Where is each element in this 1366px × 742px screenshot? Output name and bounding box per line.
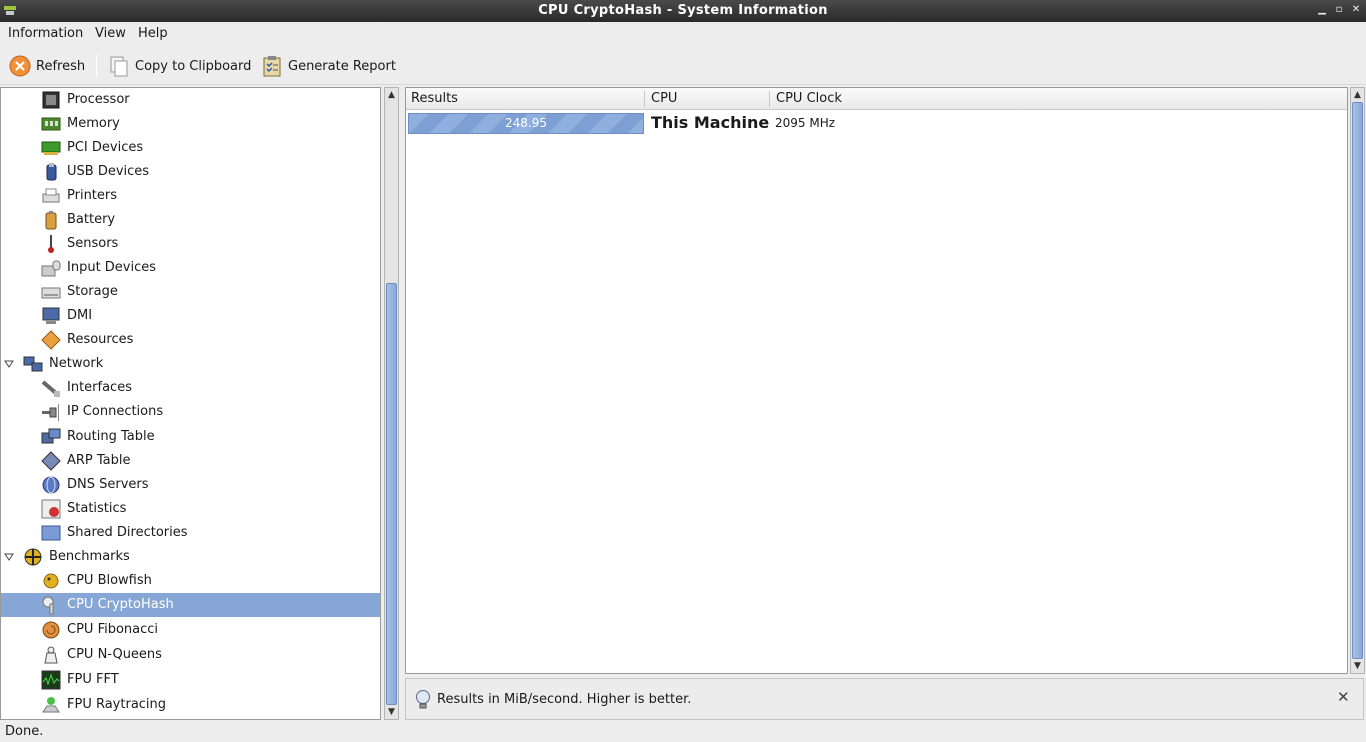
toolbar: Refresh Copy to Clipboard Generate Repor… [0, 47, 1366, 85]
refresh-label: Refresh [36, 58, 86, 74]
thermometer-icon [48, 235, 54, 253]
folder-icon [41, 525, 61, 541]
window-title: CPU CryptoHash - System Information [538, 3, 828, 18]
cable-icon [41, 380, 60, 397]
tree-scrollbar-thumb[interactable] [386, 283, 397, 705]
tree-item-printers[interactable]: Printers [1, 184, 380, 208]
blowfish-icon [43, 573, 59, 589]
column-cpu[interactable]: CPU [651, 91, 677, 106]
computers-icon [41, 428, 61, 444]
tree-item-processor[interactable]: Processor [1, 88, 380, 112]
tree-item-benchmarks[interactable]: Benchmarks [1, 545, 380, 569]
results-scrollbar[interactable]: ▲ ▼ [1350, 87, 1365, 674]
monitor-icon [42, 307, 60, 324]
tree-item-battery[interactable]: Battery [1, 208, 380, 232]
shell-icon [42, 621, 60, 639]
close-icon[interactable]: ✕ [1337, 690, 1351, 705]
menu-help[interactable]: Help [138, 26, 168, 41]
scroll-down-icon[interactable]: ▼ [385, 705, 398, 719]
tree-item-arp-table[interactable]: ARP Table [1, 449, 380, 473]
tree-item-fpu-raytracing[interactable]: FPU Raytracing [1, 693, 380, 717]
tree-item-network[interactable]: Network [1, 352, 380, 376]
raytracing-icon [42, 697, 60, 713]
tree-item-interfaces[interactable]: Interfaces [1, 376, 380, 400]
results-table: Results CPU CPU Clock 248.95 This Machin… [405, 87, 1348, 674]
printer-icon [42, 188, 60, 203]
drive-icon [41, 287, 61, 299]
menu-view[interactable]: View [95, 26, 126, 41]
tree-item-storage[interactable]: Storage [1, 280, 380, 304]
tree-item-cpu-cryptohash[interactable]: CPU CryptoHash [1, 593, 380, 617]
tree-item-input-devices[interactable]: Input Devices [1, 256, 380, 280]
minimize-icon[interactable]: ▁ [1316, 3, 1328, 17]
plug-icon [42, 404, 59, 421]
cryptohash-icon [42, 596, 54, 615]
tree-item-memory[interactable]: Memory [1, 112, 380, 136]
results-scrollbar-thumb[interactable] [1352, 102, 1363, 659]
usb-icon [46, 163, 57, 181]
result-bar[interactable]: 248.95 [408, 113, 644, 134]
globe-icon [42, 476, 60, 494]
input-devices-icon [41, 260, 61, 277]
tree-item-fpu-fft[interactable]: FPU FFT [1, 668, 380, 692]
report-label: Generate Report [288, 58, 396, 74]
tree-scrollbar[interactable]: ▲ ▼ [384, 87, 399, 720]
report-icon [263, 56, 281, 77]
expander-icon[interactable] [4, 552, 14, 562]
resources-icon [41, 330, 61, 350]
info-text: Results in MiB/second. Higher is better. [437, 692, 692, 707]
copy-icon [110, 56, 128, 77]
toolbar-separator [96, 55, 97, 77]
result-cpu: This Machine [651, 113, 770, 132]
lightbulb-icon [416, 690, 430, 709]
tree-item-resources[interactable]: Resources [1, 328, 380, 352]
menu-bar: Information View Help [0, 22, 1366, 46]
column-separator [769, 91, 770, 107]
tree-item-cpu-blowfish[interactable]: CPU Blowfish [1, 569, 380, 593]
battery-icon [45, 211, 57, 230]
menu-information[interactable]: Information [8, 26, 83, 41]
column-separator [644, 91, 645, 107]
results-header: Results CPU CPU Clock [406, 88, 1347, 110]
title-bar: CPU CryptoHash - System Information ▁ ▫ … [0, 0, 1366, 22]
close-window-icon[interactable]: ✕ [1350, 3, 1362, 17]
memory-icon [41, 117, 61, 131]
generate-report-button[interactable]: Generate Report [261, 53, 396, 79]
tree-item-ip-connections[interactable]: IP Connections [1, 400, 380, 424]
maximize-icon[interactable]: ▫ [1333, 3, 1345, 17]
queens-icon [44, 646, 58, 664]
refresh-icon [9, 55, 31, 77]
arp-icon [41, 451, 61, 471]
tree-item-routing-table[interactable]: Routing Table [1, 425, 380, 449]
tree-item-usb-devices[interactable]: USB Devices [1, 160, 380, 184]
scroll-up-icon[interactable]: ▲ [385, 88, 398, 102]
tree-item-statistics[interactable]: Statistics [1, 497, 380, 521]
copy-label: Copy to Clipboard [135, 58, 252, 74]
sidebar-tree: Processor Memory PCI Devices USB Devices… [0, 87, 381, 720]
benchmarks-icon [24, 548, 42, 566]
processor-icon [42, 91, 60, 109]
scroll-down-icon[interactable]: ▼ [1351, 659, 1364, 673]
status-text: Done. [5, 724, 44, 739]
column-results[interactable]: Results [411, 91, 458, 106]
result-clock: 2095 MHz [775, 116, 836, 130]
tree-item-dmi[interactable]: DMI [1, 304, 380, 328]
tree-item-dns-servers[interactable]: DNS Servers [1, 473, 380, 497]
tree-item-cpu-fibonacci[interactable]: CPU Fibonacci [1, 618, 380, 642]
refresh-button[interactable]: Refresh [9, 53, 85, 79]
tree-item-sensors[interactable]: Sensors [1, 232, 380, 256]
tree-item-shared-directories[interactable]: Shared Directories [1, 521, 380, 545]
status-bar: Done. [0, 722, 1366, 742]
copy-to-clipboard-button[interactable]: Copy to Clipboard [108, 53, 251, 79]
info-bar: Results in MiB/second. Higher is better.… [405, 678, 1364, 720]
column-cpu-clock[interactable]: CPU Clock [776, 91, 842, 106]
tree-item-cpu-n-queens[interactable]: CPU N-Queens [1, 643, 380, 667]
network-icon [23, 356, 43, 372]
expander-icon[interactable] [4, 359, 14, 369]
scroll-up-icon[interactable]: ▲ [1351, 88, 1364, 102]
pci-icon [41, 141, 61, 155]
tree-item-pci-devices[interactable]: PCI Devices [1, 136, 380, 160]
statistics-icon [41, 499, 61, 519]
fft-icon [41, 670, 61, 690]
